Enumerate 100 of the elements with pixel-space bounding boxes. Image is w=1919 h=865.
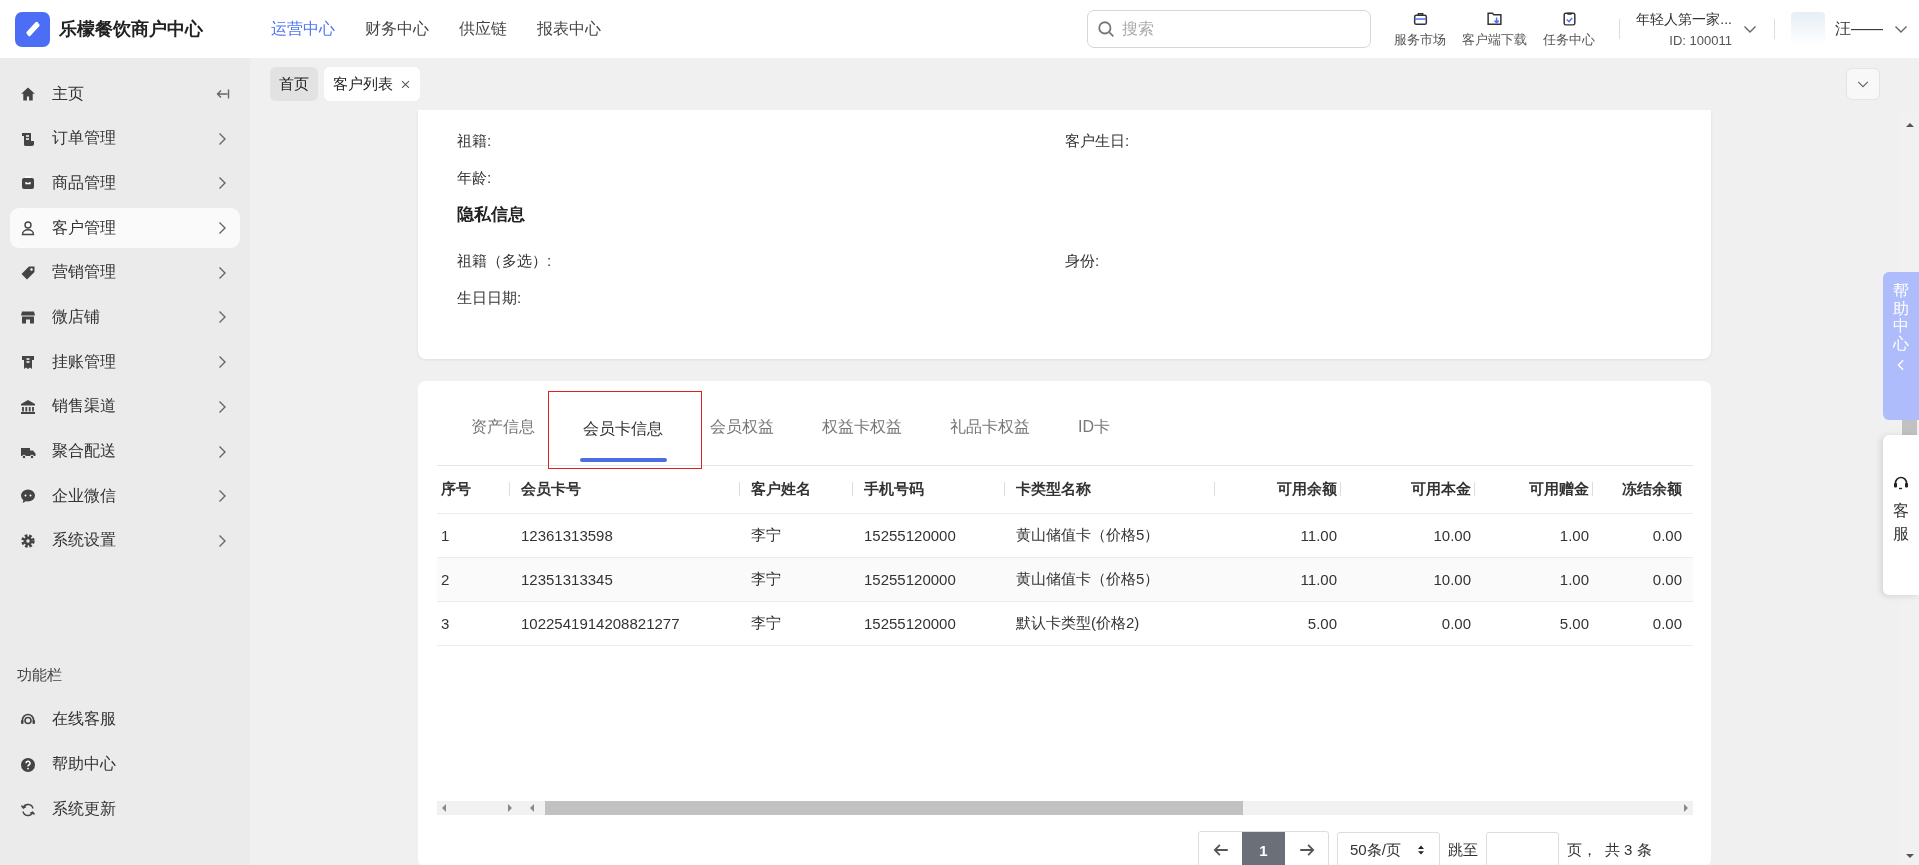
search-icon — [1097, 20, 1116, 38]
table-cell-text: 15255120000 — [863, 570, 957, 588]
page-tab[interactable]: 首页 — [270, 67, 318, 101]
table-cell-text: 15255120000 — [863, 526, 957, 544]
page-unit: 页， — [1566, 840, 1597, 860]
table-cell-text: 10.00 — [1432, 526, 1472, 544]
scroll-thumb[interactable] — [545, 800, 1243, 815]
brand-name: 乐檬餐饮商户中心 — [59, 18, 203, 41]
page-tab[interactable]: 客户列表 — [324, 67, 420, 101]
column-header: 可用本金 — [1411, 479, 1471, 497]
field-label: 身份: — [1065, 251, 1101, 271]
search-field[interactable]: 搜索 — [1087, 10, 1372, 48]
column-header: 冻结余额 — [1622, 479, 1682, 497]
page-size-select[interactable]: 50条/页 — [1337, 831, 1440, 865]
sidebar-item[interactable]: 企业微信 — [10, 476, 240, 517]
table-cell-text: 2 — [440, 570, 451, 588]
receipt-icon — [20, 130, 36, 147]
bill-icon — [20, 354, 36, 371]
sidebar-item[interactable]: 销售渠道 — [10, 386, 240, 427]
table-cell-text: 黄山储值卡（价格5） — [1015, 525, 1161, 545]
field-label: 祖籍（多选）: — [457, 251, 553, 271]
folder-download-icon — [1486, 9, 1504, 27]
detail-tab[interactable]: ID卡 — [1054, 390, 1134, 465]
scroll-up-icon[interactable] — [1904, 120, 1915, 130]
sidebar-tool[interactable]: 系统更新 — [10, 789, 240, 830]
detail-tab[interactable]: 礼品卡权益 — [926, 390, 1054, 465]
section-heading: 隐私信息 — [457, 203, 526, 226]
detail-tab[interactable]: 会员卡信息 — [548, 390, 702, 469]
chat-icon — [20, 488, 36, 505]
column-header: 手机号码 — [864, 479, 924, 497]
table-cell-text: 1 — [440, 526, 451, 544]
bag-icon — [20, 175, 36, 192]
table-cell-text: 默认卡类型(价格2) — [1015, 613, 1141, 633]
table-cell-text: 3 — [440, 614, 451, 632]
scroll-thumb[interactable] — [1902, 420, 1917, 435]
user-name: 汪—— — [1835, 18, 1883, 39]
sidebar-tool[interactable]: 在线客服 — [10, 699, 240, 740]
field-label: 生日日期: — [457, 288, 523, 308]
sidebar-item[interactable]: 系统设置 — [10, 520, 240, 561]
total-count: 共 3 条 — [1604, 840, 1652, 860]
table-cell-text: 10.00 — [1432, 570, 1472, 588]
toolbar-button[interactable]: 任务中心 — [1535, 9, 1604, 49]
sidebar-item[interactable]: 商品管理 — [10, 163, 240, 204]
gear-icon — [20, 532, 36, 549]
toolbar-button[interactable]: 客户端下载 — [1454, 9, 1536, 49]
table-cell-text: 1.00 — [1558, 570, 1590, 588]
sidebar-item[interactable]: 营销管理 — [10, 252, 240, 293]
table-cell-text: 1.00 — [1558, 526, 1590, 544]
table-cell-text: 12361313598 — [520, 526, 614, 544]
table-cell-text: 5.00 — [1306, 614, 1338, 632]
sidebar-item[interactable]: 聚合配送 — [10, 431, 240, 472]
field-label: 客户生日: — [1065, 131, 1131, 151]
table-cell-text: 李宁 — [750, 525, 782, 545]
toolbar-button[interactable]: 服务市场 — [1386, 9, 1455, 49]
detail-tab[interactable]: 权益卡权益 — [798, 390, 926, 465]
table-cell-text: 0.00 — [1651, 570, 1683, 588]
field-label: 年龄: — [457, 168, 493, 188]
close-icon[interactable] — [400, 78, 411, 90]
table-cell-text: 1022541914208821277 — [520, 614, 681, 632]
refresh-icon — [20, 801, 36, 818]
table-cell-text: 0.00 — [1651, 614, 1683, 632]
tag-icon — [20, 264, 36, 281]
table-cell-text: 12351313345 — [520, 570, 614, 588]
sidebar-item[interactable]: 微店铺 — [10, 297, 240, 338]
headset-icon — [1893, 475, 1909, 491]
table-cell-text: 5.00 — [1558, 614, 1590, 632]
clipboard-check-icon — [1560, 9, 1578, 27]
nav-tab[interactable]: 供应链 — [459, 18, 507, 40]
page-input[interactable] — [1485, 831, 1559, 865]
column-header: 客户姓名 — [751, 479, 811, 497]
column-header: 序号 — [441, 479, 471, 497]
nav-tab[interactable]: 运营中心 — [271, 18, 335, 40]
column-header: 可用余额 — [1277, 479, 1337, 497]
user-icon — [20, 220, 36, 237]
jump-label: 跳至 — [1447, 840, 1478, 860]
column-header: 可用赠金 — [1529, 479, 1589, 497]
table-cell-text: 黄山储值卡（价格5） — [1015, 569, 1161, 589]
horizontal-scrollbar[interactable] — [437, 800, 1693, 815]
sidebar-item[interactable]: 挂账管理 — [10, 342, 240, 383]
table-cell-text: 11.00 — [1299, 526, 1338, 544]
field-label: 祖籍: — [457, 131, 493, 151]
nav-tab[interactable]: 报表中心 — [537, 18, 601, 40]
sidebar-tool[interactable]: 帮助中心 — [10, 744, 240, 785]
sidebar-item[interactable]: 主页 — [10, 74, 240, 114]
help-icon — [20, 756, 36, 773]
home-icon — [20, 86, 36, 102]
section-title: 功能栏 — [17, 664, 63, 685]
nav-tab[interactable]: 财务中心 — [365, 18, 429, 40]
scroll-down-icon[interactable] — [1904, 851, 1915, 861]
column-header: 会员卡号 — [521, 479, 581, 497]
table-cell-text: 李宁 — [750, 569, 782, 589]
column-header: 卡类型名称 — [1016, 479, 1091, 497]
sidebar-item[interactable]: 订单管理 — [10, 118, 240, 159]
table-cell-text: 15255120000 — [863, 614, 957, 632]
page-button[interactable]: 1 — [1242, 831, 1285, 865]
bank-icon — [20, 398, 36, 415]
table-cell-text: 0.00 — [1440, 614, 1472, 632]
sidebar-item[interactable]: 客户管理 — [10, 208, 240, 249]
table-cell-text: 李宁 — [750, 613, 782, 633]
customer-service-tab[interactable]: 客服 — [1883, 435, 1919, 595]
